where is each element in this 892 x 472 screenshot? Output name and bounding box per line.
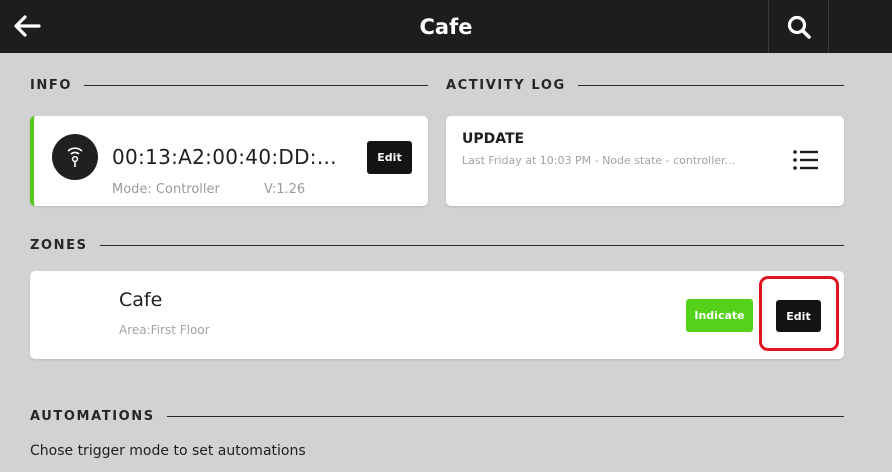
zone-card: Cafe Area:First Floor Indicate Edit bbox=[30, 271, 844, 359]
node-info-card: 00:13:A2:00:40:DD:... Mode: Controller V… bbox=[30, 116, 428, 206]
indicate-button[interactable]: Indicate bbox=[686, 299, 753, 332]
divider bbox=[99, 244, 844, 247]
activity-log-heading: ACTIVITY LOG bbox=[446, 78, 566, 93]
search-button[interactable] bbox=[768, 0, 829, 53]
divider bbox=[84, 84, 428, 87]
automations-hint: Chose trigger mode to set automations bbox=[30, 443, 306, 459]
activity-log-card[interactable]: UPDATE Last Friday at 10:03 PM - Node st… bbox=[446, 116, 844, 206]
search-icon bbox=[787, 15, 811, 39]
zone-name: Cafe bbox=[119, 289, 163, 311]
list-icon bbox=[793, 150, 818, 170]
top-bar: Cafe bbox=[0, 0, 892, 53]
activity-title: UPDATE bbox=[462, 131, 525, 147]
divider bbox=[577, 84, 844, 87]
activity-log-section-header: ACTIVITY LOG bbox=[446, 78, 844, 93]
activity-list-button[interactable] bbox=[792, 148, 822, 172]
automations-heading: AUTOMATIONS bbox=[30, 409, 155, 424]
wifi-node-icon bbox=[52, 134, 98, 180]
zone-area: Area:First Floor bbox=[119, 323, 210, 337]
automations-section-header: AUTOMATIONS bbox=[30, 409, 844, 424]
zones-section-header: ZONES bbox=[30, 238, 844, 253]
zones-heading: ZONES bbox=[30, 238, 88, 253]
node-id: 00:13:A2:00:40:DD:... bbox=[112, 145, 337, 169]
info-heading: INFO bbox=[30, 78, 73, 93]
page-title: Cafe bbox=[419, 14, 473, 39]
node-version: V:1.26 bbox=[264, 182, 306, 197]
highlight-annotation bbox=[759, 276, 839, 351]
edit-node-button[interactable]: Edit bbox=[367, 141, 412, 174]
node-mode: Mode: Controller bbox=[112, 182, 220, 197]
activity-subtitle: Last Friday at 10:03 PM - Node state - c… bbox=[462, 154, 736, 167]
info-section-header: INFO bbox=[30, 78, 428, 93]
divider bbox=[166, 415, 844, 418]
